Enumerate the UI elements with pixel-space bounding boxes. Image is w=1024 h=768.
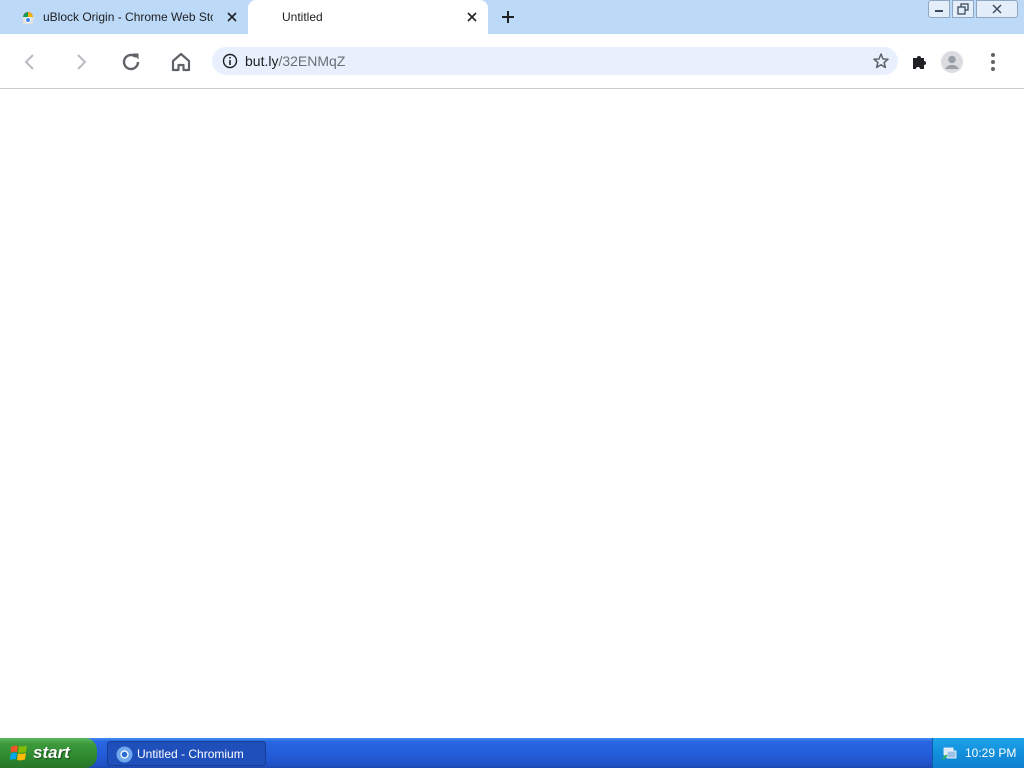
url-host: but.ly (245, 53, 279, 69)
system-tray: 10:29 PM (932, 738, 1024, 768)
close-tab-icon[interactable] (224, 9, 240, 25)
network-icon[interactable] (942, 745, 958, 761)
plus-icon (502, 11, 514, 23)
url-text[interactable]: but.ly/32ENMqZ (245, 53, 345, 69)
minimize-icon (935, 10, 943, 12)
extensions-button[interactable] (906, 48, 934, 76)
tab-ublock-origin[interactable]: uBlock Origin - Chrome Web Store (8, 0, 248, 34)
window-close-button[interactable] (976, 0, 1018, 18)
menu-button[interactable] (979, 48, 1007, 76)
tab-title: Untitled (282, 10, 323, 24)
restore-icon (957, 3, 969, 15)
close-tab-icon[interactable] (464, 9, 480, 25)
clock: 10:29 PM (965, 746, 1017, 760)
new-tab-button[interactable] (498, 7, 518, 27)
chromium-icon (116, 746, 133, 763)
address-bar[interactable]: but.ly/32ENMqZ (212, 47, 898, 75)
profile-button[interactable] (938, 48, 966, 76)
restore-button[interactable] (952, 0, 974, 18)
tab-untitled[interactable]: Untitled (248, 0, 488, 34)
page-content[interactable] (0, 90, 1024, 738)
home-button[interactable] (167, 48, 195, 76)
forward-arrow-icon (77, 54, 87, 70)
site-info-icon[interactable] (222, 53, 238, 69)
tab-strip: uBlock Origin - Chrome Web Store Untitle… (0, 0, 1024, 34)
taskbar-item-chromium[interactable]: Untitled - Chromium (107, 741, 266, 766)
windows-logo-icon (10, 744, 28, 762)
close-icon (992, 4, 1002, 14)
back-button[interactable] (16, 48, 44, 76)
start-label: start (33, 743, 70, 762)
url-path: /32ENMqZ (278, 53, 346, 69)
tab-title: uBlock Origin - Chrome Web Store (43, 10, 213, 24)
taskbar-item-label: Untitled - Chromium (137, 747, 244, 761)
puzzle-piece-icon (913, 56, 926, 69)
reload-button[interactable] (117, 48, 145, 76)
start-button[interactable]: start (0, 738, 97, 768)
browser-toolbar: but.ly/32ENMqZ (0, 34, 1024, 89)
kebab-menu-icon (991, 53, 995, 71)
reload-icon (122, 53, 140, 71)
back-arrow-icon (24, 54, 34, 70)
avatar-icon (941, 51, 963, 73)
forward-button[interactable] (67, 48, 95, 76)
minimize-button[interactable] (928, 0, 950, 18)
taskbar: start Untitled - Chromium 10:29 PM (0, 738, 1024, 768)
bookmark-star-icon[interactable] (872, 52, 890, 70)
chrome-web-store-icon (21, 11, 35, 25)
home-icon (171, 52, 191, 72)
